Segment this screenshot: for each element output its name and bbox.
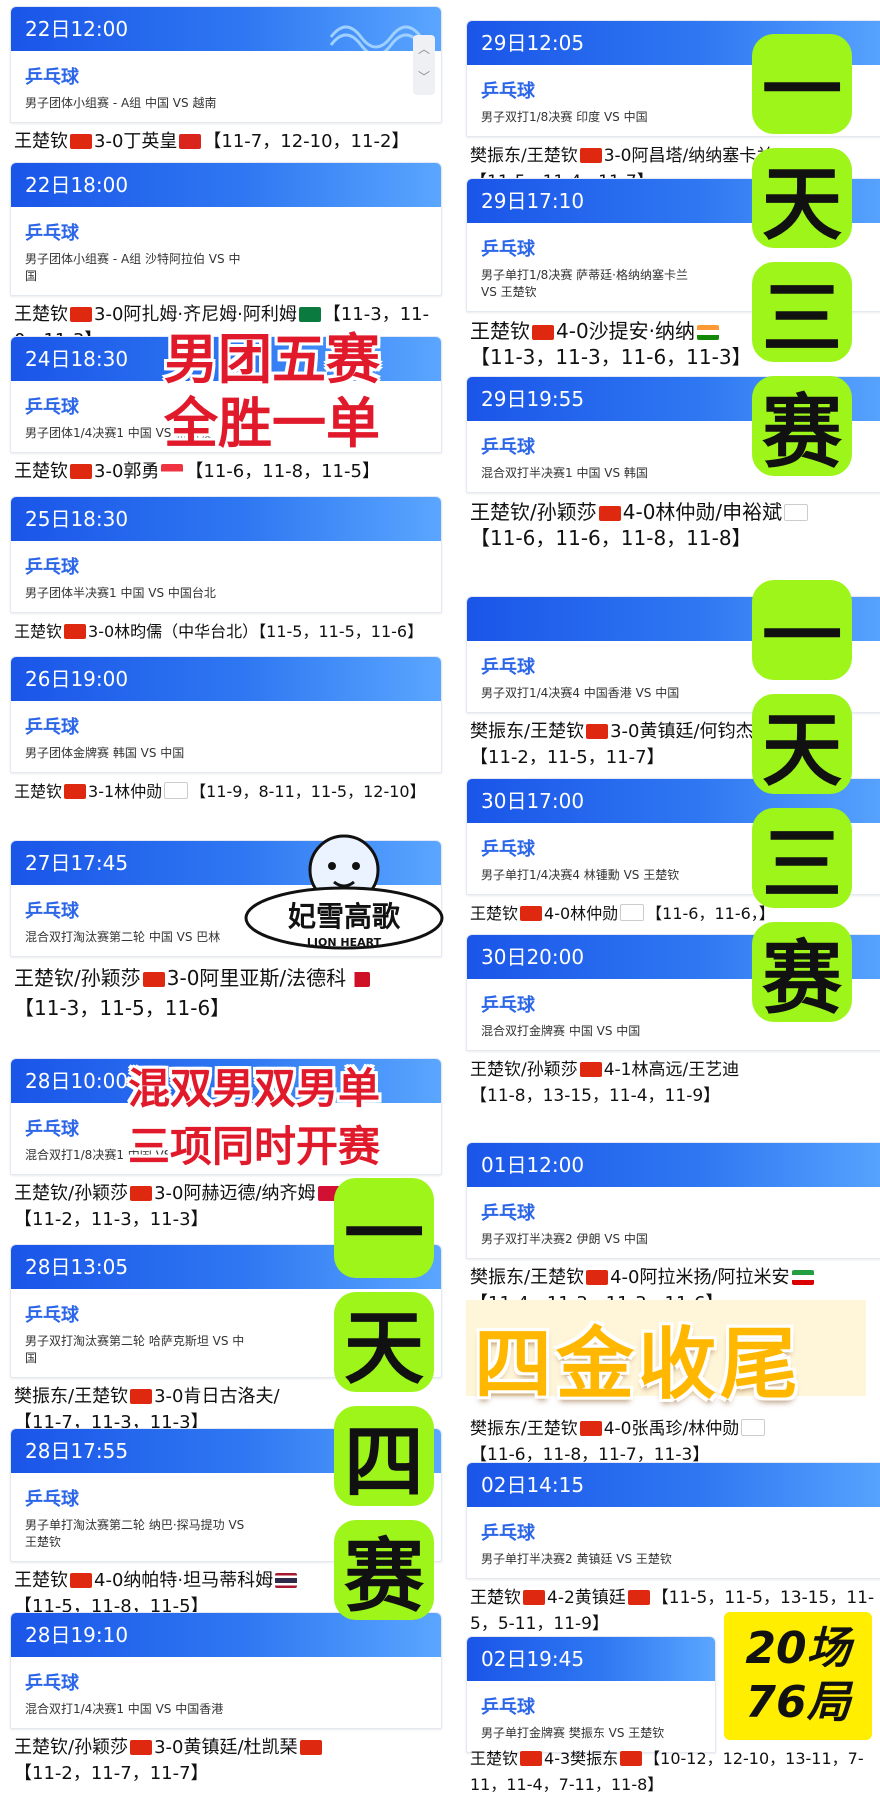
match-result: 王楚钦 3-0郭勇 【11-6，11-8，11-5】 [14,461,380,482]
match-result: 王楚钦/孙颖莎 3-0黄镇廷/杜凯琹 【11-2，11-7，11-7】 [10,1729,442,1791]
overlay-one-day-three-games-2: 一 天 三 赛 [752,580,852,1036]
sport-label: 乒乓球 [481,1523,535,1544]
logo-sub-text: LION HEART [307,936,382,949]
sport-label: 乒乓球 [25,1673,79,1694]
match-card[interactable]: 22日12:00 ︿ ﹀ 乒乓球 男子团体小组赛 - A组 中国 VS 越南 王楚… [10,6,442,159]
match-time: 29日12:05 [481,31,585,55]
match-result: 王楚钦/孙颖莎 4-1林高远/王艺迪 【11-8，13-15，11-4，11-9】 [470,1060,740,1106]
match-desc: 男子团体小组赛 - A组 沙特阿拉伯 VS 中国 [25,252,241,283]
match-time: 27日17:45 [25,851,129,875]
match-time: 30日17:00 [481,789,585,813]
match-time: 28日13:05 [25,1255,129,1279]
match-card[interactable]: 01日12:00 乒乓球 男子双打半决赛2 伊朗 VS 中国 樊振东/王楚钦 4-… [466,1142,880,1321]
match-result: 王楚钦 4-3樊振东 【10-12，12-10，13-11，7-11，11-4，7-… [470,1749,864,1794]
overlay-stats-box: 20场 76局 [724,1612,872,1740]
sport-label: 乒乓球 [25,557,79,578]
match-time: 22日18:00 [25,173,129,197]
match-time: 01日12:00 [481,1153,585,1177]
match-time: 02日19:45 [481,1647,585,1671]
match-desc: 男子单打半决赛2 黄镇廷 VS 王楚钦 [481,1552,672,1566]
match-time: 30日20:00 [481,945,585,969]
match-result: 王楚钦 3-0丁英皇 【11-7，12-10，11-2】 [14,131,410,152]
match-time: 22日12:00 [25,17,129,41]
match-time: 25日18:30 [25,507,129,531]
match-time: 28日19:10 [25,1623,129,1647]
sport-label: 乒乓球 [481,1203,535,1224]
match-desc: 男子单打淘汰赛第二轮 纳巴·探马提功 VS 王楚钦 [25,1518,245,1549]
match-card[interactable]: 02日19:45 乒乓球 男子单打金牌赛 樊振东 VS 王楚钦 [466,1636,716,1753]
match-time: 02日14:15 [481,1473,585,1497]
match-desc: 男子团体半决赛1 中国 VS 中国台北 [25,586,216,600]
match-desc: 混合双打半决赛1 中国 VS 韩国 [481,466,648,480]
match-time: 29日17:10 [481,189,585,213]
overlay-four-golds-caption: 四金收尾 [474,1320,803,1410]
sport-label: 乒乓球 [25,67,79,88]
match-desc: 混合双打淘汰赛第二轮 中国 VS 巴林 [25,930,221,944]
match-desc: 男子单打1/4决赛4 林锺勳 VS 王楚钦 [481,868,680,882]
match-result: 王楚钦/孙颖莎 3-0阿里亚斯/法德科 【11-3，11-5，11-6】 [10,957,442,1027]
match-desc: 男子团体小组赛 - A组 中国 VS 越南 [25,96,217,110]
match-desc: 男子双打1/8决赛 印度 VS 中国 [481,110,648,124]
match-desc: 男子双打半决赛2 伊朗 VS 中国 [481,1232,648,1246]
overlay-men-team-caption: 男团五赛 全胜一单 [164,328,380,455]
match-time: 24日18:30 [25,347,129,371]
overlay-one-day-four-games: 一 天 四 赛 [334,1178,434,1634]
overlay-three-events-caption: 混双男双男单 三项同时开赛 [128,1064,381,1171]
logo-main-text: 妃雪高歌 [288,900,401,933]
scroll-control[interactable]: ︿ ﹀ [413,35,435,95]
match-time: 28日17:55 [25,1439,129,1463]
lion-icon: 妃雪高歌 LION HEART [244,834,444,950]
match-desc: 混合双打金牌赛 中国 VS 中国 [481,1024,641,1038]
overlay-one-day-three-games-1: 一 天 三 赛 [752,34,852,490]
sport-label: 乒乓球 [25,717,79,738]
match-card[interactable]: 26日19:00 乒乓球 男子团体金牌赛 韩国 VS 中国 王楚钦 3-1林仲勋【… [10,656,442,809]
match-card[interactable]: 25日18:30 乒乓球 男子团体半决赛1 中国 VS 中国台北 王楚钦 3-0林… [10,496,442,649]
match-desc: 男子单打1/8决赛 萨蒂廷·格纳纳塞卡兰 VS 王楚钦 [481,268,688,299]
match-desc: 男子团体金牌赛 韩国 VS 中国 [25,746,185,760]
match-result: 王楚钦 3-0林昀儒（中华台北）【11-5，11-5，11-6】 [14,622,424,641]
sport-label: 乒乓球 [481,1697,535,1718]
lion-heart-logo: 妃雪高歌 LION HEART [244,830,444,960]
match-desc: 男子双打淘汰赛第二轮 哈萨克斯坦 VS 中国 [25,1334,245,1365]
match-result-block: 王楚钦 4-3樊振东 【10-12，12-10，13-11，7-11，11-4，7-… [466,1740,880,1802]
match-desc: 混合双打1/4决赛1 中国 VS 中国香港 [25,1702,224,1716]
match-time: 26日19:00 [25,667,129,691]
sport-label: 乒乓球 [25,223,79,244]
match-time: 28日10:00 [25,1069,129,1093]
match-card[interactable]: 28日19:10 乒乓球 混合双打1/4决赛1 中国 VS 中国香港 王楚钦/孙… [10,1612,442,1791]
match-result: 王楚钦 3-1林仲勋 【11-9，8-11，11-5，12-10】 [14,782,426,801]
match-desc: 男子双打1/4决赛4 中国香港 VS 中国 [481,686,680,700]
match-result: 王楚钦/孙颖莎 4-0林仲勋/申裕斌 【11-6，11-6，11-8，11-8】 [466,493,880,555]
match-time: 29日19:55 [481,387,585,411]
